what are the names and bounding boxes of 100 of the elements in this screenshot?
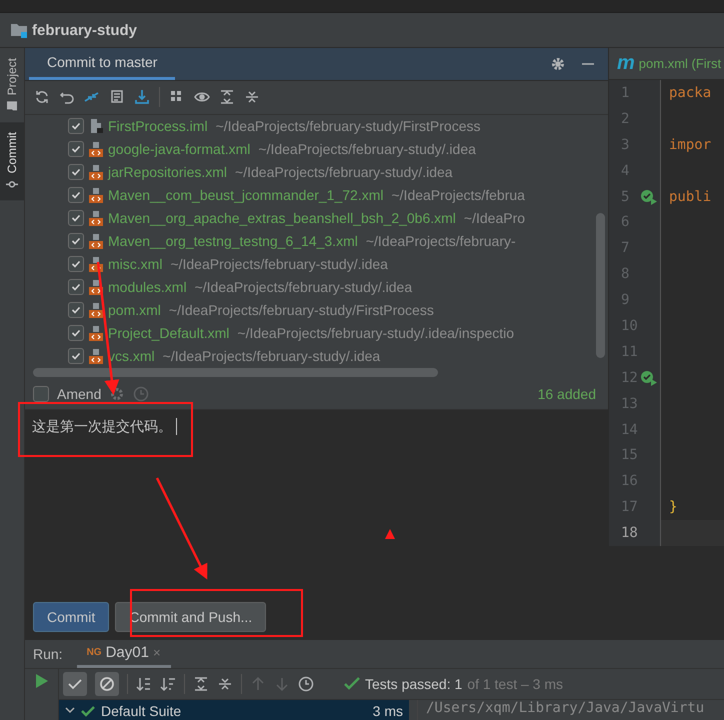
file-path: ~/IdeaProjects/february-study/.idea <box>194 279 412 296</box>
xml-file-icon <box>88 164 104 180</box>
xml-file-icon <box>88 187 104 204</box>
xml-file-icon <box>88 256 104 272</box>
checkmark-icon <box>71 190 81 200</box>
vertical-scrollbar[interactable] <box>596 212 604 358</box>
file-path: ~/IdeaProjects/february-study/.idea <box>162 348 380 364</box>
folder-icon <box>6 100 18 112</box>
file-name[interactable]: misc.xml <box>108 256 162 272</box>
file-name[interactable]: jarRepositories.xml <box>108 164 228 180</box>
checkmark-icon <box>71 144 81 154</box>
file-checkbox[interactable] <box>68 279 84 296</box>
file-path: ~/IdeaProjects/february- <box>366 233 516 250</box>
amend-label[interactable]: Amend <box>57 386 102 402</box>
code-text: publi <box>668 188 712 204</box>
file-name[interactable]: Project_Default.xml <box>108 325 230 342</box>
file-path: ~/IdeaProjects/february-study/.idea <box>170 256 388 272</box>
xml-file-icon <box>88 325 104 342</box>
commit-message-field[interactable]: 这是第一次提交代码。 <box>25 410 608 594</box>
run-tab[interactable]: NG Day01 × <box>76 640 171 668</box>
file-checkbox[interactable] <box>68 348 84 364</box>
file-name[interactable]: FirstProcess.iml <box>108 118 208 134</box>
file-path: ~/IdeaProjects/february-study/FirstProcess <box>168 302 434 318</box>
file-name[interactable]: google-java-format.xml <box>108 141 250 158</box>
code-text: impor <box>668 136 712 153</box>
tool-window-tab[interactable]: Project <box>0 48 24 122</box>
checkmark-icon <box>71 305 81 316</box>
file-path: ~/IdeaProjects/february-study/FirstProcess <box>216 118 480 134</box>
xml-file-icon <box>88 233 104 250</box>
collapse-all-icon[interactable] <box>217 676 233 692</box>
expand-all-icon[interactable] <box>219 89 235 106</box>
file-checkbox[interactable] <box>68 164 84 180</box>
checkmark-icon <box>71 259 81 270</box>
test-tree-row[interactable]: Default Suite 3 ms <box>59 700 409 720</box>
clock-icon[interactable] <box>298 676 314 692</box>
document-icon[interactable] <box>109 89 125 106</box>
file-name[interactable]: pom.xml <box>108 302 161 318</box>
checkmark-icon <box>71 236 81 246</box>
project-name[interactable]: february-study <box>32 22 138 38</box>
line-number: 18 <box>621 525 638 542</box>
folder-icon <box>10 22 28 38</box>
editor-tab[interactable]: m pom.xml (First <box>609 48 724 80</box>
sort-duration-icon[interactable] <box>160 676 176 692</box>
check-icon <box>344 677 360 691</box>
chevron-icon[interactable] <box>65 707 75 715</box>
amend-checkbox[interactable] <box>33 386 49 402</box>
refresh-icon[interactable] <box>34 89 50 106</box>
file-checkbox[interactable] <box>68 210 84 226</box>
code-text: packa <box>668 84 712 101</box>
expand-all-icon[interactable] <box>193 676 209 692</box>
settings-icon[interactable] <box>550 56 566 72</box>
check-icon <box>81 705 95 717</box>
cancel-icon <box>99 676 115 692</box>
checkmark-icon <box>71 351 81 362</box>
settings-icon[interactable] <box>109 386 126 402</box>
show-passed-toggle[interactable] <box>63 672 87 696</box>
file-checkbox[interactable] <box>68 118 84 134</box>
xml-file-icon <box>88 210 104 226</box>
xml-file-icon <box>88 302 104 318</box>
run-test-icon[interactable] <box>640 188 658 204</box>
code-text: } <box>668 499 678 516</box>
tool-window-tab[interactable]: Commit <box>0 122 24 201</box>
module-file-icon <box>88 118 104 134</box>
checkmark-icon <box>71 167 81 178</box>
annotation-marker <box>385 529 395 539</box>
download-icon[interactable] <box>134 89 150 106</box>
file-path: ~/IdeaProjects/february-study/.idea <box>235 164 453 180</box>
file-checkbox[interactable] <box>68 187 84 204</box>
file-name[interactable]: Maven__org_testng_testng_6_14_3.xml <box>108 233 358 250</box>
console-output: /Users/xqm/Library/Java/JavaVirtu <box>417 700 704 720</box>
horizontal-scrollbar[interactable] <box>33 368 438 377</box>
xml-file-icon <box>88 141 104 158</box>
checkmark-icon <box>71 121 81 132</box>
xml-file-icon <box>88 279 104 296</box>
commit-button[interactable]: Commit <box>33 602 110 632</box>
sort-alpha-icon[interactable] <box>136 676 152 692</box>
file-path: ~/IdeaProjects/february-study/.idea/inspectio <box>237 325 514 342</box>
file-checkbox[interactable] <box>68 233 84 250</box>
collapse-all-icon[interactable] <box>244 89 260 106</box>
file-path: ~/IdeaProjects/february-study/.idea <box>258 141 476 158</box>
test-result: Tests passed: 1 <box>365 676 462 692</box>
file-path: ~/IdeaPro <box>464 210 526 226</box>
file-name[interactable]: modules.xml <box>108 279 187 296</box>
xml-file-icon <box>88 348 104 364</box>
run-label: Run: <box>33 646 63 662</box>
show-ignored-toggle[interactable] <box>95 672 119 696</box>
file-name[interactable]: Maven__com_beust_jcommander_1_72.xml <box>108 187 384 204</box>
test-detail: of 1 test – 3 ms <box>467 676 563 692</box>
file-name[interactable]: Maven__org_apache_extras_beanshell_bsh_2_0b6.xml <box>108 210 456 226</box>
file-name[interactable]: vcs.xml <box>108 348 155 364</box>
checkmark-icon <box>71 328 81 338</box>
run-icon[interactable] <box>34 673 48 689</box>
checkmark-icon <box>71 282 81 292</box>
file-path: ~/IdeaProjects/februa <box>391 187 525 204</box>
run-test-icon[interactable] <box>640 370 658 386</box>
file-checkbox[interactable] <box>68 302 84 318</box>
file-checkbox[interactable] <box>68 141 84 158</box>
file-checkbox[interactable] <box>68 256 84 272</box>
file-checkbox[interactable] <box>68 325 84 342</box>
checkmark-icon <box>71 213 81 224</box>
